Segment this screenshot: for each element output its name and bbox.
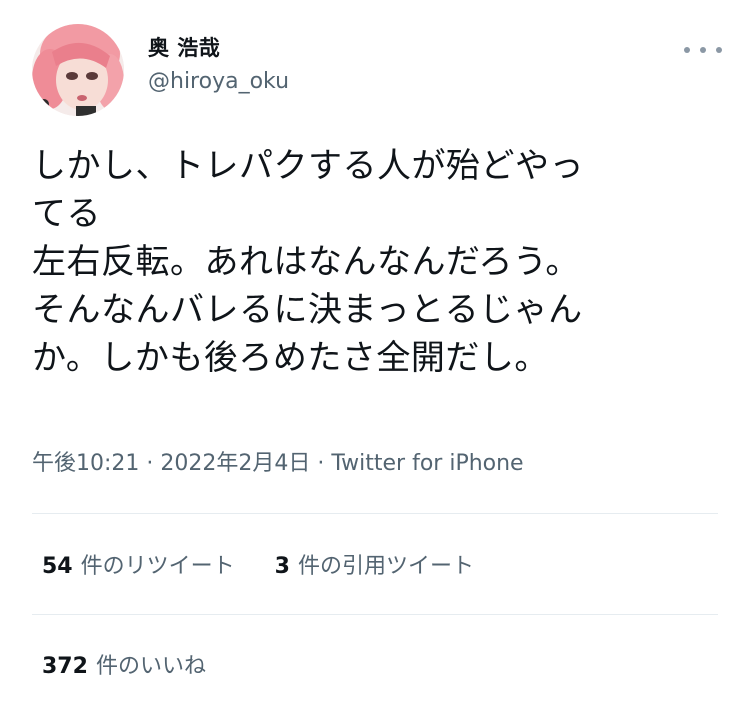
tweet-time[interactable]: 午後10:21 [32,451,139,476]
likes-label: 件のいいね [95,654,206,679]
user-info: 奥 浩哉 @hiroya_oku [148,34,289,96]
meta-separator: · [139,451,161,476]
quotes-label: 件の引用ツイート [297,554,474,579]
tweet-line: 左右反転。あれはなんなんだろう。 [32,242,580,282]
quotes-count: 3 [274,554,290,579]
tweet-meta: 午後10:21 · 2022年2月4日 · Twitter for iPhone [32,449,722,479]
avatar-illustration [32,24,124,116]
tweet-line: てる [32,194,101,234]
tweet-source[interactable]: Twitter for iPhone [331,451,523,476]
retweets-stat[interactable]: 54 件のリツイート [42,548,235,580]
more-dot [700,47,706,53]
profile-avatar[interactable] [32,24,124,116]
tweet-date[interactable]: 2022年2月4日 [160,451,310,476]
more-dot [716,47,722,53]
divider [32,614,718,615]
retweets-label: 件のリツイート [80,554,235,579]
tweet-text: しかし、トレパクする人が殆どやっ てる 左右反転。あれはなんなんだろう。 そんな… [32,142,722,382]
divider [32,513,718,514]
tweet-line: しかし、トレパクする人が殆どやっ [32,146,584,186]
user-handle[interactable]: @hiroya_oku [148,68,289,96]
retweets-count: 54 [42,554,73,579]
tweet-line: か。しかも後ろめたさ全開だし。 [32,338,549,378]
more-options-icon[interactable] [684,38,722,62]
likes-count: 372 [42,654,88,679]
stats-row-likes: 372 件のいいね [42,648,722,680]
likes-stat[interactable]: 372 件のいいね [42,648,206,680]
quotes-stat[interactable]: 3 件の引用ツイート [275,548,474,580]
tweet-line: そんなんバレるに決まっとるじゃん [32,290,583,330]
more-dot [684,47,690,53]
meta-separator: · [310,451,332,476]
stats-row-shares: 54 件のリツイート 3 件の引用ツイート [42,548,722,580]
tweet-header: 奥 浩哉 @hiroya_oku [32,24,722,120]
display-name[interactable]: 奥 浩哉 [148,34,289,62]
